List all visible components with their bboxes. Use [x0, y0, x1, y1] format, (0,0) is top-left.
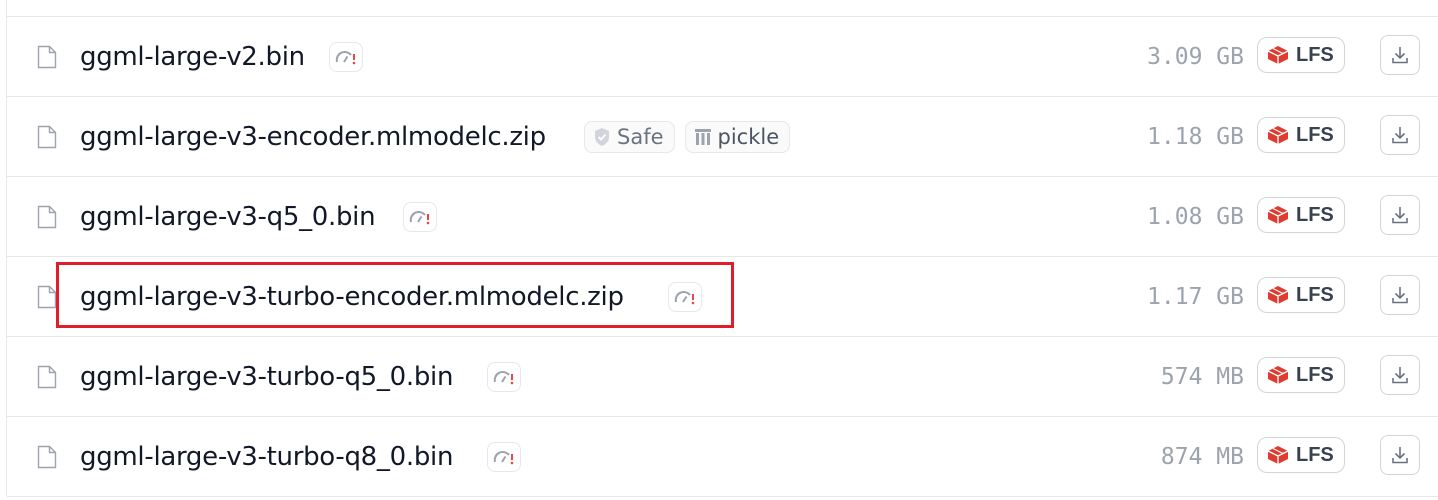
file-row: ggml-large-v3-turbo-encoder.mlmodelc.zip… — [7, 256, 1438, 336]
file-name-link[interactable]: ggml-large-v3-turbo-encoder.mlmodelc.zip — [80, 279, 624, 315]
pickle-label: pickle — [717, 125, 780, 149]
file-size: 874 MB — [1160, 444, 1244, 470]
download-button[interactable] — [1380, 355, 1420, 395]
safe-label: Safe — [617, 125, 664, 149]
lfs-brick-icon — [1267, 126, 1289, 144]
download-button[interactable] — [1380, 275, 1420, 315]
gauge-warning-icon[interactable] — [487, 362, 521, 392]
file-icon — [37, 365, 57, 389]
lfs-badge[interactable]: LFS — [1257, 277, 1345, 313]
file-icon — [37, 285, 57, 309]
lfs-brick-icon — [1267, 46, 1289, 64]
lfs-badge[interactable]: LFS — [1257, 197, 1345, 233]
badges — [487, 361, 521, 393]
file-size: 1.08 GB — [1147, 204, 1244, 230]
lfs-label: LFS — [1296, 363, 1334, 386]
gauge-warning-icon[interactable] — [487, 442, 521, 472]
lfs-badge[interactable]: LFS — [1257, 117, 1345, 153]
badges — [487, 441, 521, 473]
gauge-warning-icon[interactable] — [329, 42, 363, 72]
file-name-link[interactable]: ggml-large-v2.bin — [80, 39, 305, 75]
file-name-link[interactable]: ggml-large-v3-turbo-q5_0.bin — [80, 359, 453, 395]
file-size: 3.09 GB — [1147, 44, 1244, 70]
download-button[interactable] — [1380, 35, 1420, 75]
file-name-link[interactable]: ggml-large-v3-turbo-q8_0.bin — [80, 439, 453, 475]
file-name-link[interactable]: ggml-large-v3-encoder.mlmodelc.zip — [80, 119, 546, 155]
download-icon — [1392, 127, 1408, 144]
download-button[interactable] — [1380, 435, 1420, 475]
download-button[interactable] — [1380, 195, 1420, 235]
file-size: 574 MB — [1160, 364, 1244, 390]
download-icon — [1392, 47, 1408, 64]
lfs-label: LFS — [1296, 203, 1334, 226]
lfs-label: LFS — [1296, 443, 1334, 466]
download-button[interactable] — [1380, 115, 1420, 155]
file-row: ggml-large-v2.bin 3.09 GB LFS — [7, 16, 1438, 96]
file-row: ggml-large-v3-encoder.mlmodelc.zip Safe … — [7, 96, 1438, 176]
file-icon — [37, 45, 57, 69]
safe-badge[interactable]: Safe — [584, 121, 675, 153]
file-row: ggml-large-v3-turbo-q8_0.bin 874 MB LFS — [7, 416, 1438, 496]
download-icon — [1392, 367, 1408, 384]
badges: Safe pickle — [584, 121, 791, 153]
badges — [329, 41, 363, 73]
file-icon — [37, 205, 57, 229]
badges — [403, 201, 437, 233]
download-icon — [1392, 207, 1408, 224]
row-divider — [7, 496, 1438, 497]
file-size: 1.17 GB — [1147, 284, 1244, 310]
download-icon — [1392, 447, 1408, 464]
lfs-brick-icon — [1267, 206, 1289, 224]
lfs-label: LFS — [1296, 283, 1334, 306]
shield-check-icon — [595, 128, 609, 146]
lfs-badge[interactable]: LFS — [1257, 357, 1345, 393]
file-list: ggml-large-v2.bin 3.09 GB LFS ggml-large… — [6, 0, 1438, 497]
badges — [668, 281, 702, 313]
pickle-columns-icon — [694, 129, 711, 145]
file-row: ggml-large-v3-turbo-q5_0.bin 574 MB LFS — [7, 336, 1438, 416]
file-size: 1.18 GB — [1147, 124, 1244, 150]
file-name-link[interactable]: ggml-large-v3-q5_0.bin — [80, 199, 376, 235]
gauge-warning-icon[interactable] — [403, 202, 437, 232]
lfs-brick-icon — [1267, 286, 1289, 304]
lfs-brick-icon — [1267, 446, 1289, 464]
file-icon — [37, 125, 57, 149]
gauge-warning-icon[interactable] — [668, 282, 702, 312]
lfs-badge[interactable]: LFS — [1257, 437, 1345, 473]
download-icon — [1392, 287, 1408, 304]
file-icon — [37, 445, 57, 469]
lfs-brick-icon — [1267, 366, 1289, 384]
lfs-badge[interactable]: LFS — [1257, 37, 1345, 73]
lfs-label: LFS — [1296, 123, 1334, 146]
pickle-badge[interactable]: pickle — [684, 121, 791, 153]
lfs-label: LFS — [1296, 43, 1334, 66]
file-row: ggml-large-v3-q5_0.bin 1.08 GB LFS — [7, 176, 1438, 256]
